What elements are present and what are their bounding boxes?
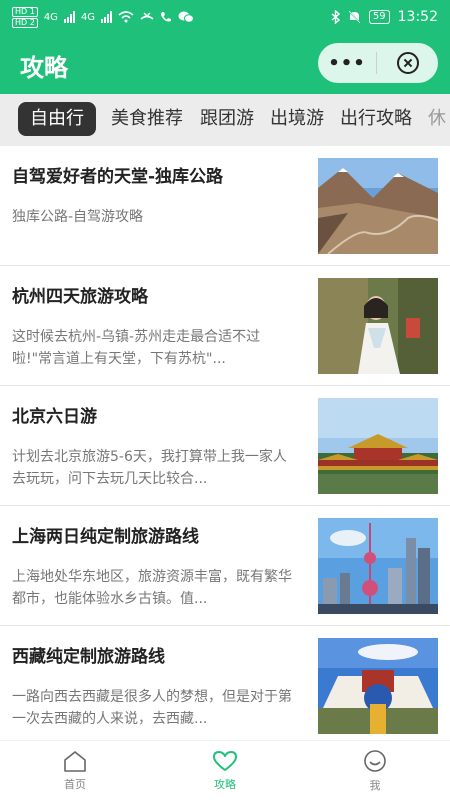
app-header: 攻略 ••• (0, 34, 450, 94)
category-tabs: 自由行 美食推荐 跟团游 出境游 出行攻略 休 (0, 94, 450, 146)
smile-icon (364, 749, 386, 772)
battery-icon: 59 (368, 10, 390, 24)
tab-outbound[interactable]: 出境游 (270, 102, 324, 136)
phone-icon (161, 12, 172, 22)
hanfu-girl-image (318, 278, 438, 374)
close-icon (396, 52, 419, 74)
signal-icon-2 (101, 11, 113, 23)
tab-more-partial[interactable]: 休 (428, 102, 446, 136)
mountain-road-image (318, 158, 438, 254)
close-button[interactable] (377, 52, 438, 74)
net1-label: 4G (43, 11, 58, 23)
nav-me[interactable]: 我 (300, 741, 450, 800)
net2-label: 4G (80, 11, 96, 23)
potala-palace-image (318, 638, 438, 734)
hd2-badge: HD 2 (12, 17, 38, 28)
tab-food[interactable]: 美食推荐 (111, 102, 183, 136)
article-title: 自驾爱好者的天堂-独库公路 (12, 167, 224, 187)
forbidden-city-image (318, 398, 438, 494)
article-desc: 这时候去杭州-乌镇-苏州走走最合适不过啦!"常言道上有天堂，下有苏杭"... (12, 329, 261, 367)
article-title: 上海两日纯定制旅游路线 (12, 527, 199, 547)
status-right: 59 13:52 (331, 9, 438, 25)
miniprogram-capsule: ••• (318, 43, 438, 83)
page-title: 攻略 (20, 54, 68, 82)
status-left: HD 1 HD 2 4G 4G (12, 6, 195, 28)
sim-badges: HD 1 HD 2 (12, 6, 38, 28)
article-desc: 上海地处华东地区，旅游资源丰富，既有繁华都市，也能体验水乡古镇。值... (12, 569, 292, 607)
article-desc: 计划去北京旅游5-6天，我打算带上我一家人去玩玩，问下去玩几天比较合... (12, 449, 287, 487)
tab-travel-guide[interactable]: 出行攻略 (340, 102, 412, 136)
nav-me-label: 我 (369, 778, 381, 792)
home-icon (64, 750, 86, 772)
heart-icon (213, 750, 237, 771)
more-button[interactable]: ••• (318, 53, 376, 74)
list-item[interactable]: 上海两日纯定制旅游路线 上海地处华东地区，旅游资源丰富，既有繁华都市，也能体验水… (0, 506, 450, 626)
bottom-nav: 首页 攻略 我 (0, 740, 450, 800)
hd1-badge: HD 1 (12, 6, 38, 17)
list-item[interactable]: 北京六日游 计划去北京旅游5-6天，我打算带上我一家人去玩玩，问下去玩几天比较合… (0, 386, 450, 506)
status-bar: HD 1 HD 2 4G 4G 59 13:52 (0, 0, 450, 34)
bluetooth-icon (331, 10, 340, 24)
shanghai-skyline-image (318, 518, 438, 614)
list-item[interactable]: 自驾爱好者的天堂-独库公路 独库公路-自驾游攻略 (0, 146, 450, 266)
tab-group-tour[interactable]: 跟团游 (200, 102, 254, 136)
tab-free-travel[interactable]: 自由行 (18, 102, 96, 136)
list-item[interactable]: 杭州四天旅游攻略 这时候去杭州-乌镇-苏州走走最合适不过啦!"常言道上有天堂，下… (0, 266, 450, 386)
wifi-icon (118, 11, 134, 23)
missed-call-icon (140, 12, 154, 20)
wechat-icon (178, 11, 195, 23)
article-title: 北京六日游 (12, 407, 97, 427)
article-title: 杭州四天旅游攻略 (12, 287, 148, 307)
clock: 13:52 (397, 9, 438, 25)
list-item[interactable]: 西藏纯定制旅游路线 一路向西去西藏是很多人的梦想，但是对于第一次去西藏的人来说，… (0, 626, 450, 740)
nav-home-label: 首页 (64, 777, 86, 791)
nav-home[interactable]: 首页 (0, 741, 150, 800)
signal-icon (63, 11, 75, 23)
article-desc: 一路向西去西藏是很多人的梦想，但是对于第一次去西藏的人来说，去西藏... (12, 689, 292, 727)
article-list: 自驾爱好者的天堂-独库公路 独库公路-自驾游攻略 杭州四天旅游攻略 这时候去杭州… (0, 146, 450, 740)
nav-guide-label: 攻略 (214, 777, 236, 791)
article-desc: 独库公路-自驾游攻略 (12, 209, 144, 225)
article-title: 西藏纯定制旅游路线 (12, 647, 165, 667)
nav-guide[interactable]: 攻略 (150, 741, 300, 800)
mute-bell-icon (348, 10, 361, 24)
